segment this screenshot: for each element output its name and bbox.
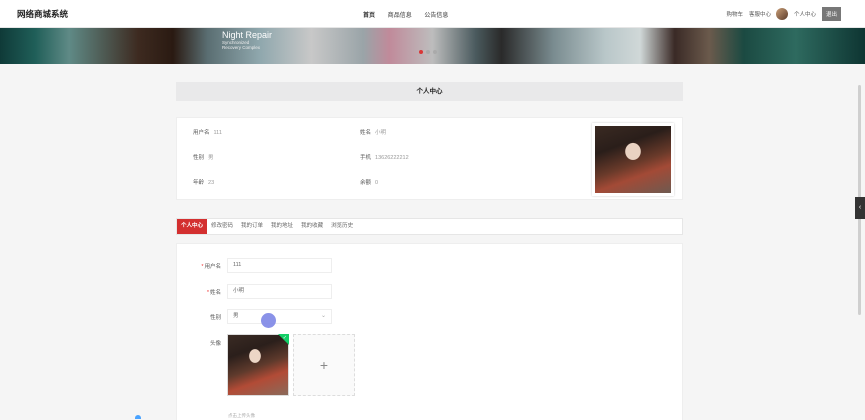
nav-home[interactable]: 首页 xyxy=(363,13,375,19)
tab-my-address[interactable]: 我的地址 xyxy=(267,219,297,234)
top-navigation-bar: 网络商城系统 首页 商品信息 公告信息 购物车 客服中心 个人中心 退出 xyxy=(0,0,865,28)
nav-products[interactable]: 商品信息 xyxy=(388,13,412,19)
tab-my-orders[interactable]: 我的订单 xyxy=(237,219,267,234)
upload-hint: 点击上传头像 xyxy=(228,413,255,418)
info-balance-label: 余额 xyxy=(360,180,372,186)
info-name-label: 姓名 xyxy=(360,130,372,136)
info-phone: 手机 13626222212 xyxy=(360,153,409,161)
info-phone-label: 手机 xyxy=(360,155,372,161)
info-age: 年龄 23 xyxy=(193,178,214,186)
banner-text: Night Repair Synchronized Recovery Compl… xyxy=(222,30,273,51)
gender-select[interactable]: 男 ⌄ xyxy=(227,309,332,324)
info-age-value: 23 xyxy=(208,180,215,186)
check-icon: ✓ xyxy=(282,335,287,341)
info-gender-label: 性别 xyxy=(193,155,205,161)
info-gender-value: 男 xyxy=(208,155,214,161)
floating-widget[interactable] xyxy=(135,415,141,419)
main-nav: 首页 商品信息 公告信息 xyxy=(363,10,459,19)
gender-field-label: 性别 xyxy=(209,315,221,321)
info-name-value: 小明 xyxy=(375,130,387,136)
tab-change-password[interactable]: 修改密码 xyxy=(207,219,237,234)
profile-link[interactable]: 个人中心 xyxy=(794,10,816,18)
service-link[interactable]: 客服中心 xyxy=(749,10,771,18)
banner-title: Night Repair xyxy=(222,30,273,40)
avatar-field-label: 头像 xyxy=(209,341,221,347)
carousel-indicators xyxy=(419,50,440,54)
cursor-indicator xyxy=(261,313,276,328)
upload-avatar-button[interactable]: + xyxy=(293,334,355,396)
banner-subtitle-2: Recovery Complex xyxy=(222,45,261,50)
info-phone-value: 13626222212 xyxy=(375,155,409,161)
page-title: 个人中心 xyxy=(176,82,683,101)
avatar[interactable] xyxy=(775,8,788,20)
username-field-label: *用户名 xyxy=(201,264,221,270)
profile-tabs: 个人中心 修改密码 我的订单 我的地址 我的收藏 浏览历史 xyxy=(176,218,683,235)
name-field-label: *姓名 xyxy=(206,290,221,296)
info-balance-value: 0 xyxy=(375,180,379,186)
cart-link[interactable]: 购物车 xyxy=(726,10,743,18)
info-balance: 余额 0 xyxy=(360,178,378,186)
info-name: 姓名 小明 xyxy=(360,128,386,136)
tab-browse-history[interactable]: 浏览历史 xyxy=(327,219,357,234)
username-input[interactable]: 111 xyxy=(227,258,332,273)
info-age-label: 年龄 xyxy=(193,180,205,186)
tab-my-favorites[interactable]: 我的收藏 xyxy=(297,219,327,234)
tab-profile[interactable]: 个人中心 xyxy=(177,219,208,234)
info-username-value: 111 xyxy=(213,130,222,136)
side-toggle-chevron-icon[interactable]: ‹ xyxy=(855,197,865,219)
nav-announcements[interactable]: 公告信息 xyxy=(424,13,448,19)
carousel-dot[interactable] xyxy=(433,50,437,54)
chevron-down-icon: ⌄ xyxy=(320,313,326,319)
plus-icon: + xyxy=(319,357,329,373)
profile-photo xyxy=(592,123,674,196)
profile-info-card: 用户名 111 姓名 小明 性别男 手机 13626222212 年龄 23 余额 0 xyxy=(176,117,683,200)
banner-carousel[interactable]: Night Repair Synchronized Recovery Compl… xyxy=(0,28,865,64)
info-username-label: 用户名 xyxy=(193,130,210,136)
logout-button[interactable]: 退出 xyxy=(821,7,841,21)
carousel-dot[interactable] xyxy=(419,50,423,54)
user-nav: 购物车 客服中心 个人中心 退出 xyxy=(720,6,841,22)
info-gender: 性别男 xyxy=(193,153,214,161)
name-input[interactable]: 小明 xyxy=(227,284,332,299)
site-logo[interactable]: 网络商城系统 xyxy=(17,8,68,20)
carousel-dot[interactable] xyxy=(426,50,430,54)
gender-select-value: 男 xyxy=(233,313,239,319)
uploaded-avatar[interactable]: ✓ xyxy=(227,334,289,396)
info-username: 用户名 111 xyxy=(193,128,222,136)
